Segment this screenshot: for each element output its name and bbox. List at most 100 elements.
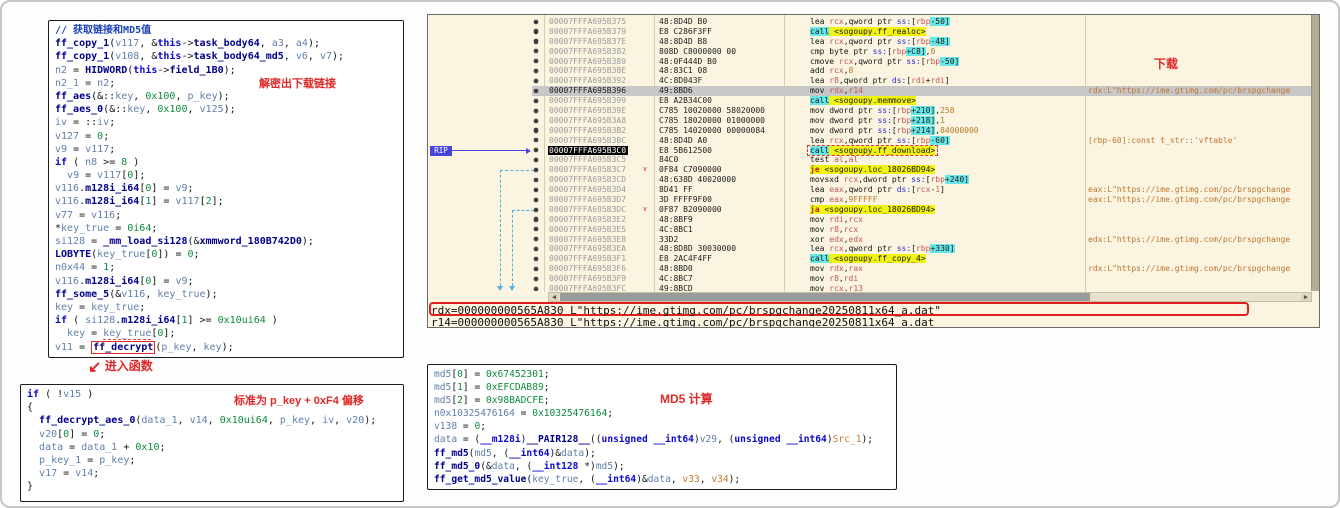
disasm-instruction[interactable]: call <sogoupy.ff_realoc>: [810, 27, 926, 37]
disasm-address[interactable]: 00007FFFA695B389: [549, 57, 626, 67]
register-watch-line[interactable]: r14=000000000565A830 L"https://ime.gtimg…: [431, 317, 934, 328]
disasm-instruction[interactable]: xor edx,edx: [810, 235, 863, 245]
disasm-instruction[interactable]: cmp eax,9FFFFF: [810, 195, 877, 205]
disasm-instruction[interactable]: call <sogoupy.ff_copy_4>: [810, 254, 926, 264]
disasm-row[interactable]: 00007FFFA695B3B2C785 14020000 00000084mo…: [428, 126, 1312, 136]
breakpoint-dot-icon[interactable]: [534, 20, 538, 24]
disasm-address[interactable]: 00007FFFA695B38E: [549, 66, 626, 76]
disasm-address[interactable]: 00007FFFA695B3D4: [549, 185, 626, 195]
code-line[interactable]: v116.m128i_i64[1] = v117[2];: [55, 195, 403, 208]
disasm-row[interactable]: 00007FFFA695B3D73D FFFF9F00cmp eax,9FFFF…: [428, 195, 1312, 205]
breakpoint-dot-icon[interactable]: [534, 59, 538, 63]
disasm-instruction[interactable]: lea eax,qword ptr ds:[rcx-1]: [810, 185, 945, 195]
disasm-row[interactable]: 00007FFFA695B39EC785 10020000 58020000mo…: [428, 106, 1312, 116]
code-line[interactable]: n0x10325476164 = 0x10325476164;: [434, 407, 896, 420]
disasm-instruction[interactable]: lea rcx,qword ptr ss:[rbp-48]: [810, 37, 950, 47]
disasm-instruction[interactable]: mov rcx,r13: [810, 284, 863, 291]
code-line[interactable]: ff_md5_0(&data, (__int128 *)md5);: [434, 460, 896, 473]
breakpoint-dot-icon[interactable]: [534, 168, 538, 172]
code-line[interactable]: iv = ::iv;: [55, 116, 403, 129]
breakpoint-dot-icon[interactable]: [534, 198, 538, 202]
breakpoint-dot-icon[interactable]: [534, 49, 538, 53]
breakpoint-dot-icon[interactable]: [534, 39, 538, 43]
code-line[interactable]: LOBYTE(key_true[0]) = 0;: [55, 248, 403, 261]
disasm-address[interactable]: 00007FFFA695B375: [549, 17, 626, 27]
code-line[interactable]: v20[0] = 0;: [27, 428, 403, 441]
disasm-instruction[interactable]: mov r8,rdi: [810, 274, 858, 284]
disasm-address[interactable]: 00007FFFA695B3D7: [549, 195, 626, 205]
disasm-instruction[interactable]: movsxd rcx,dword ptr ss:[rbp+240]: [810, 175, 969, 185]
code-line[interactable]: v17 = v14;: [27, 467, 403, 480]
vertical-scrollbar[interactable]: [1311, 15, 1319, 291]
code-line[interactable]: ff_aes(&::key, 0x100, p_key);: [55, 90, 403, 103]
breakpoint-dot-icon[interactable]: [534, 99, 538, 103]
code-line[interactable]: n0x44 = 1;: [55, 261, 403, 274]
disasm-address[interactable]: 00007FFFA695B379: [549, 27, 626, 37]
disasm-instruction[interactable]: cmove rcx,qword ptr ss:[rbp-50]: [810, 57, 959, 67]
disasm-address[interactable]: 00007FFFA695B3EA: [549, 244, 626, 254]
code-line[interactable]: ff_md5(md5, (__int64)&data);: [434, 447, 896, 460]
disasm-row[interactable]: 00007FFFA695B3924C:8D043Flea r8,qword pt…: [428, 76, 1312, 86]
disasm-row[interactable]: 00007FFFA695B3C584C0test al,al: [428, 155, 1312, 165]
disasm-address[interactable]: 00007FFFA695B3F9: [549, 274, 626, 284]
disasm-row[interactable]: 00007FFFA695B379E8 C286F3FFcall <sogoupy…: [428, 27, 1312, 37]
disasm-instruction[interactable]: mov r8,rcx: [810, 225, 858, 235]
disasm-instruction[interactable]: mov rdi,rcx: [810, 215, 863, 225]
code-line[interactable]: key = key_true;: [55, 301, 403, 314]
disasm-address[interactable]: 00007FFFA695B392: [549, 76, 626, 86]
disasm-instruction[interactable]: lea rcx,qword ptr ss:[rbp+330]: [810, 244, 955, 254]
disasm-instruction[interactable]: test al,al: [810, 155, 858, 165]
disasm-row[interactable]: 00007FFFA695B39649:8BD6mov rdx,r14rdx:L"…: [428, 86, 1312, 96]
disasm-instruction[interactable]: ja <sogoupy.loc_18026BD94>: [810, 205, 935, 215]
disasm-row[interactable]: 00007FFFA695B3C0E8 5B612500call <sogoupy…: [428, 146, 1312, 156]
disasm-instruction[interactable]: mov dword ptr ss:[rbp+214],84000000: [810, 126, 979, 136]
breakpoint-dot-icon[interactable]: [534, 109, 538, 113]
code-line[interactable]: n2 = HIDWORD(this->field_1B0);: [55, 64, 403, 77]
breakpoint-dot-icon[interactable]: [534, 29, 538, 33]
code-line[interactable]: ff_some_5(&v116, key_true);: [55, 288, 403, 301]
breakpoint-dot-icon[interactable]: [534, 138, 538, 142]
breakpoint-dot-icon[interactable]: [534, 227, 538, 231]
disasm-row[interactable]: 00007FFFA695B399E8 A2B34C00call <sogoupy…: [428, 96, 1312, 106]
disasm-row[interactable]: 00007FFFA695B3EA48:8D8D 30030000lea rcx,…: [428, 244, 1312, 254]
breakpoint-dot-icon[interactable]: [534, 237, 538, 241]
breakpoint-dot-icon[interactable]: [534, 119, 538, 123]
code-line[interactable]: ff_copy_1(v108, &this->task_body64_md5, …: [55, 50, 403, 63]
breakpoint-dot-icon[interactable]: [534, 128, 538, 132]
disasm-row[interactable]: 00007FFFA695B3C70F84 C7090000∨je <sogoup…: [428, 165, 1312, 175]
code-line[interactable]: v116.m128i_i64[0] = v9;: [55, 182, 403, 195]
disasm-instruction[interactable]: je <sogoupy.loc_18026BD94>: [810, 165, 935, 175]
disasm-row[interactable]: 00007FFFA695B3FC49:8BCDmov rcx,r13: [428, 284, 1312, 291]
code-line[interactable]: key = key_true[0];: [55, 327, 403, 340]
disasm-row[interactable]: 00007FFFA695B37548:8D4D B0lea rcx,qword …: [428, 17, 1312, 27]
disasm-address[interactable]: 00007FFFA695B396: [549, 86, 626, 96]
disasm-row[interactable]: 00007FFFA695B3CD48:638D 40020000movsxd r…: [428, 175, 1312, 185]
disasm-address[interactable]: 00007FFFA695B3C0: [548, 146, 628, 156]
code-line[interactable]: p_key_1 = p_key;: [27, 454, 403, 467]
code-line[interactable]: v127 = 0;: [55, 130, 403, 143]
disasm-instruction[interactable]: add rcx,8: [810, 66, 853, 76]
disasm-address[interactable]: 00007FFFA695B3BC: [549, 136, 626, 146]
code-line[interactable]: ff_get_md5_value(key_true, (__int64)&dat…: [434, 473, 896, 486]
disasm-instruction[interactable]: mov dword ptr ss:[rbp+210],258: [810, 106, 955, 116]
breakpoint-dot-icon[interactable]: [534, 217, 538, 221]
disasm-instruction[interactable]: mov rdx,r14: [810, 86, 863, 96]
breakpoint-dot-icon[interactable]: [534, 79, 538, 83]
code-line[interactable]: si128 = _mm_load_si128(&xmmword_180B742D…: [55, 235, 403, 248]
disasm-address[interactable]: 00007FFFA695B3C5: [549, 155, 626, 165]
scroll-right-icon[interactable]: ▶: [1301, 293, 1311, 301]
disasm-address[interactable]: 00007FFFA695B3A8: [549, 116, 626, 126]
disasm-row[interactable]: 00007FFFA695B3F648:8BD0mov rdx,raxrdx:L"…: [428, 264, 1312, 274]
disasm-instruction[interactable]: lea rcx,qword ptr ss:[rbp-50]: [810, 17, 950, 27]
disasm-instruction[interactable]: call <sogoupy.memmove>: [810, 96, 916, 106]
disasm-address[interactable]: 00007FFFA695B3DC: [549, 205, 626, 215]
code-line[interactable]: v9 = v117[0];: [55, 169, 403, 182]
breakpoint-dot-icon[interactable]: [534, 188, 538, 192]
code-line[interactable]: // 获取链接和MD5值: [55, 24, 403, 37]
disasm-address[interactable]: 00007FFFA695B37E: [549, 37, 626, 47]
disasm-row[interactable]: 00007FFFA695B3D48D41 FFlea eax,qword ptr…: [428, 185, 1312, 195]
code-line[interactable]: ff_aes_0(&::key, 0x100, v125);: [55, 103, 403, 116]
code-line[interactable]: v138 = 0;: [434, 420, 896, 433]
code-line[interactable]: v116.m128i_i64[0] = v9;: [55, 275, 403, 288]
disasm-address[interactable]: 00007FFFA695B3F6: [549, 264, 626, 274]
